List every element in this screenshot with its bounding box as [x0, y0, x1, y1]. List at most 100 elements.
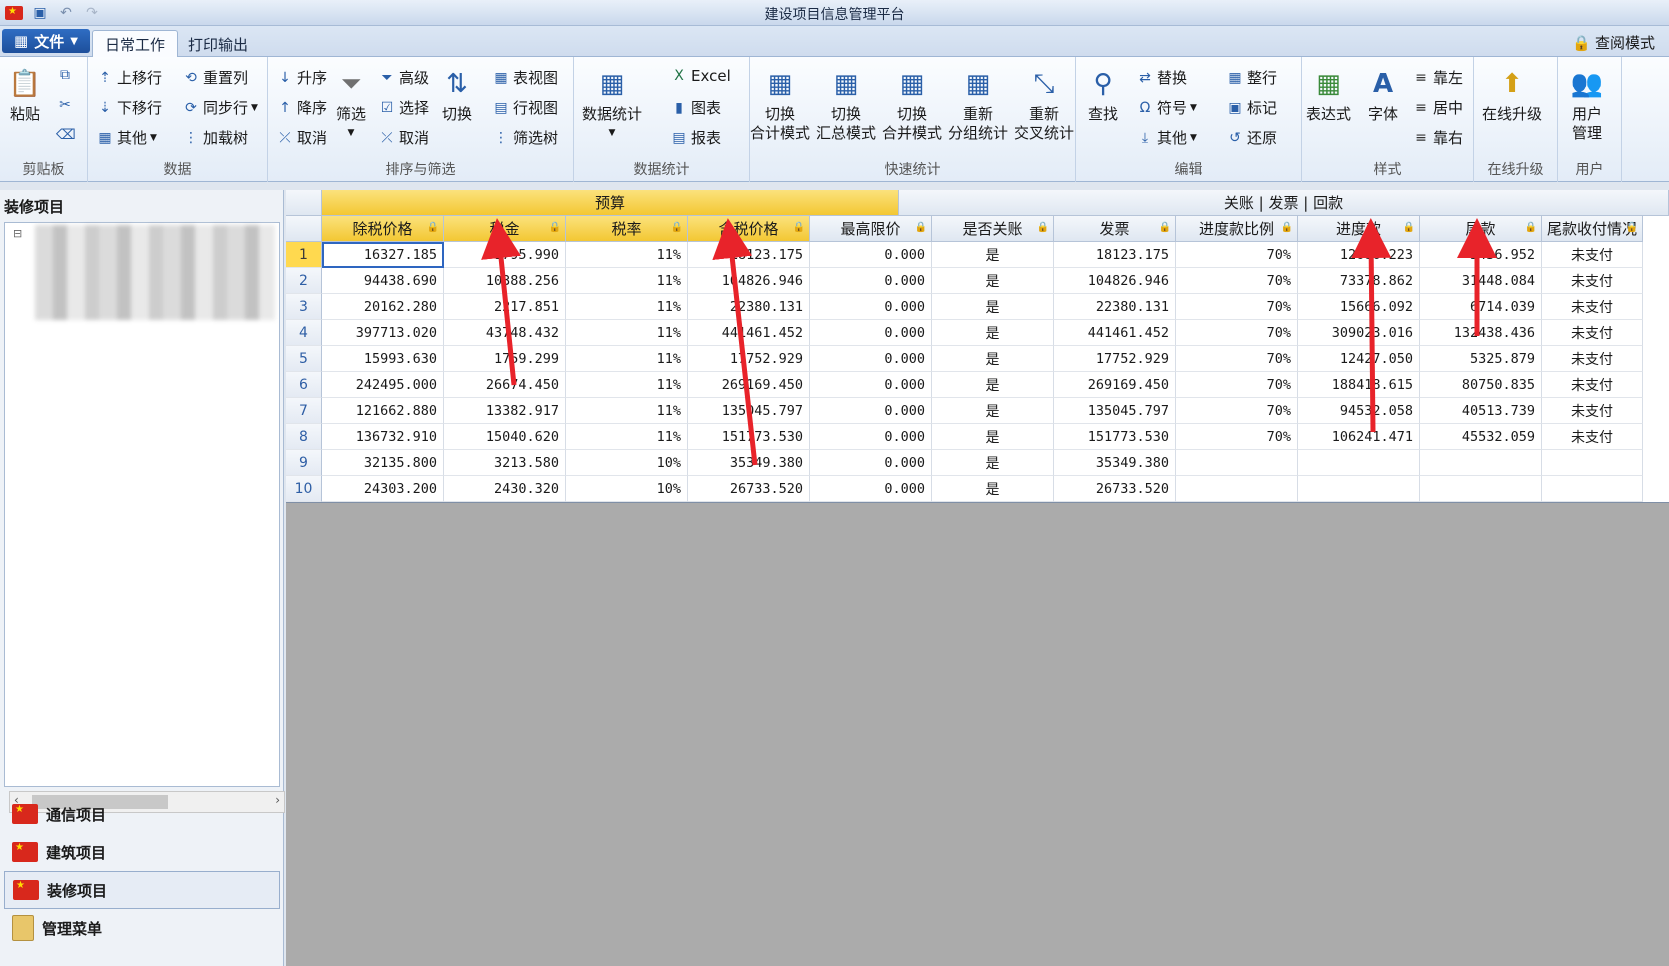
row-number[interactable]: 10 [286, 476, 322, 502]
table-cell[interactable]: 11% [566, 268, 688, 294]
copy-button[interactable]: ⧉ [56, 67, 74, 83]
table-cell[interactable] [1176, 450, 1298, 476]
table-cell[interactable]: 是 [932, 398, 1054, 424]
column-lock-icon[interactable]: 🔒 [915, 222, 927, 233]
table-cell[interactable]: 11% [566, 398, 688, 424]
column-lock-icon[interactable]: 🔒 [1403, 222, 1415, 233]
other-button[interactable]: ▦ 其他 ▼ [96, 127, 157, 148]
paste-button[interactable]: 📋 粘贴 [6, 65, 44, 124]
advanced-filter-button[interactable]: ⏷ 高级 [378, 67, 429, 88]
row-number[interactable]: 8 [286, 424, 322, 450]
mark-button[interactable]: ▣ 标记 [1226, 97, 1277, 118]
column-lock-icon[interactable]: 🔒 [1037, 222, 1049, 233]
table-cell[interactable]: 45532.059 [1420, 424, 1542, 450]
table-cell[interactable]: 12427.050 [1298, 346, 1420, 372]
table-cell[interactable]: 104826.946 [688, 268, 810, 294]
table-cell[interactable]: 269169.450 [688, 372, 810, 398]
edit-other-button[interactable]: ⤓ 其他 ▼ [1136, 127, 1197, 148]
excel-button[interactable]: X Excel [670, 67, 731, 85]
table-cell[interactable]: 151773.530 [1054, 424, 1176, 450]
table-row[interactable]: 10 24303.200 2430.320 10% 26733.520 0.000 是 267… [286, 476, 1669, 502]
online-upgrade-button[interactable]: ⬆ 在线升级 [1482, 65, 1542, 124]
table-cell[interactable]: 0.000 [810, 450, 932, 476]
switch-sort-button[interactable]: ⇅ 切换 [438, 65, 476, 124]
table-view-button[interactable]: ▦ 表视图 [492, 67, 558, 88]
column-lock-icon[interactable]: 🔒 [1525, 222, 1537, 233]
table-cell[interactable]: 未支付 [1542, 398, 1643, 424]
cross-stats-button[interactable]: ⤡ 重新 交叉统计 [1014, 65, 1074, 143]
font-button[interactable]: A 字体 [1364, 65, 1402, 124]
table-cell[interactable]: 6714.039 [1420, 294, 1542, 320]
table-cell[interactable]: 151773.530 [688, 424, 810, 450]
row-number[interactable]: 5 [286, 346, 322, 372]
column-header[interactable]: 是否关账 🔒 [932, 216, 1054, 242]
align-right-button[interactable]: ≡ 靠右 [1412, 127, 1463, 148]
row-number[interactable]: 9 [286, 450, 322, 476]
table-cell[interactable]: 17752.929 [1054, 346, 1176, 372]
table-cell[interactable] [1176, 476, 1298, 502]
table-cell[interactable] [1298, 450, 1420, 476]
tidy-row-button[interactable]: ▦ 整行 [1226, 67, 1277, 88]
group-stats-button[interactable]: ▦ 重新 分组统计 [948, 65, 1008, 143]
tree-collapse-icon[interactable]: ⊟ [13, 227, 22, 240]
table-row[interactable]: 7 121662.880 13382.917 11% 135045.797 0.000 是 1… [286, 398, 1669, 424]
row-number[interactable]: 4 [286, 320, 322, 346]
select-filter-button[interactable]: ☑ 选择 [378, 97, 429, 118]
table-cell[interactable]: 10388.256 [444, 268, 566, 294]
table-row[interactable]: 8 136732.910 15040.620 11% 151773.530 0.000 是 1… [286, 424, 1669, 450]
column-header[interactable]: 最高限价 🔒 [810, 216, 932, 242]
find-button[interactable]: ⚲ 查找 [1084, 65, 1122, 124]
table-cell[interactable]: 11% [566, 424, 688, 450]
table-cell[interactable]: 3213.580 [444, 450, 566, 476]
summary-mode-button[interactable]: ▦ 切换 汇总模式 [816, 65, 876, 143]
table-cell[interactable]: 70% [1176, 346, 1298, 372]
column-header[interactable]: 尾款 🔒 [1420, 216, 1542, 242]
column-lock-icon[interactable]: 🔒 [793, 222, 805, 233]
table-cell[interactable]: 35349.380 [1054, 450, 1176, 476]
sync-rows-button[interactable]: ⟳ 同步行 ▼ [182, 97, 258, 118]
table-cell[interactable]: 35349.380 [688, 450, 810, 476]
table-cell[interactable]: 70% [1176, 398, 1298, 424]
row-number[interactable]: 7 [286, 398, 322, 424]
table-cell[interactable]: 是 [932, 268, 1054, 294]
table-cell[interactable]: 26733.520 [688, 476, 810, 502]
table-cell[interactable]: 是 [932, 424, 1054, 450]
table-cell[interactable]: 40513.739 [1420, 398, 1542, 424]
table-cell[interactable]: 104826.946 [1054, 268, 1176, 294]
table-cell[interactable]: 是 [932, 450, 1054, 476]
row-number[interactable]: 2 [286, 268, 322, 294]
table-cell[interactable]: 121662.880 [322, 398, 444, 424]
table-cell[interactable]: 11% [566, 372, 688, 398]
column-header[interactable]: 进度款 🔒 [1298, 216, 1420, 242]
table-cell[interactable]: 80750.835 [1420, 372, 1542, 398]
table-cell[interactable]: 94532.058 [1298, 398, 1420, 424]
table-cell[interactable]: 70% [1176, 242, 1298, 268]
table-cell[interactable]: 18123.175 [1054, 242, 1176, 268]
table-cell[interactable]: 309023.016 [1298, 320, 1420, 346]
row-number[interactable]: 1 [286, 242, 322, 268]
expression-button[interactable]: ▦ 表达式 [1306, 65, 1351, 124]
restore-button[interactable]: ↺ 还原 [1226, 127, 1277, 148]
table-cell[interactable]: 70% [1176, 372, 1298, 398]
move-down-button[interactable]: ⇣ 下移行 [96, 97, 162, 118]
table-cell[interactable]: 未支付 [1542, 346, 1643, 372]
row-view-button[interactable]: ▤ 行视图 [492, 97, 558, 118]
replace-button[interactable]: ⇄ 替换 [1136, 67, 1187, 88]
table-cell[interactable]: 是 [932, 294, 1054, 320]
view-mode-button[interactable]: 🔒 查阅模式 [1572, 32, 1655, 53]
table-row[interactable]: 4 397713.020 43748.432 11% 441461.452 0.000 是 4… [286, 320, 1669, 346]
table-cell[interactable]: 0.000 [810, 424, 932, 450]
table-cell[interactable]: 43748.432 [444, 320, 566, 346]
table-cell[interactable]: 135045.797 [1054, 398, 1176, 424]
cancel-sort-button[interactable]: ⤫ 取消 [276, 127, 327, 148]
table-cell[interactable]: 10% [566, 476, 688, 502]
table-cell[interactable]: 是 [932, 476, 1054, 502]
project-tree[interactable]: ⊟ ‹ › [4, 222, 285, 813]
sort-desc-button[interactable]: ↑ 降序 [276, 97, 327, 118]
nav-item-decoration[interactable]: 装修项目 [4, 871, 280, 909]
table-cell[interactable]: 未支付 [1542, 424, 1643, 450]
column-header[interactable]: 税率 🔒 [566, 216, 688, 242]
cut-button[interactable]: ✂ [56, 97, 74, 113]
table-cell[interactable]: 0.000 [810, 476, 932, 502]
table-row[interactable]: 2 94438.690 10388.256 11% 104826.946 0.000 是 10… [286, 268, 1669, 294]
